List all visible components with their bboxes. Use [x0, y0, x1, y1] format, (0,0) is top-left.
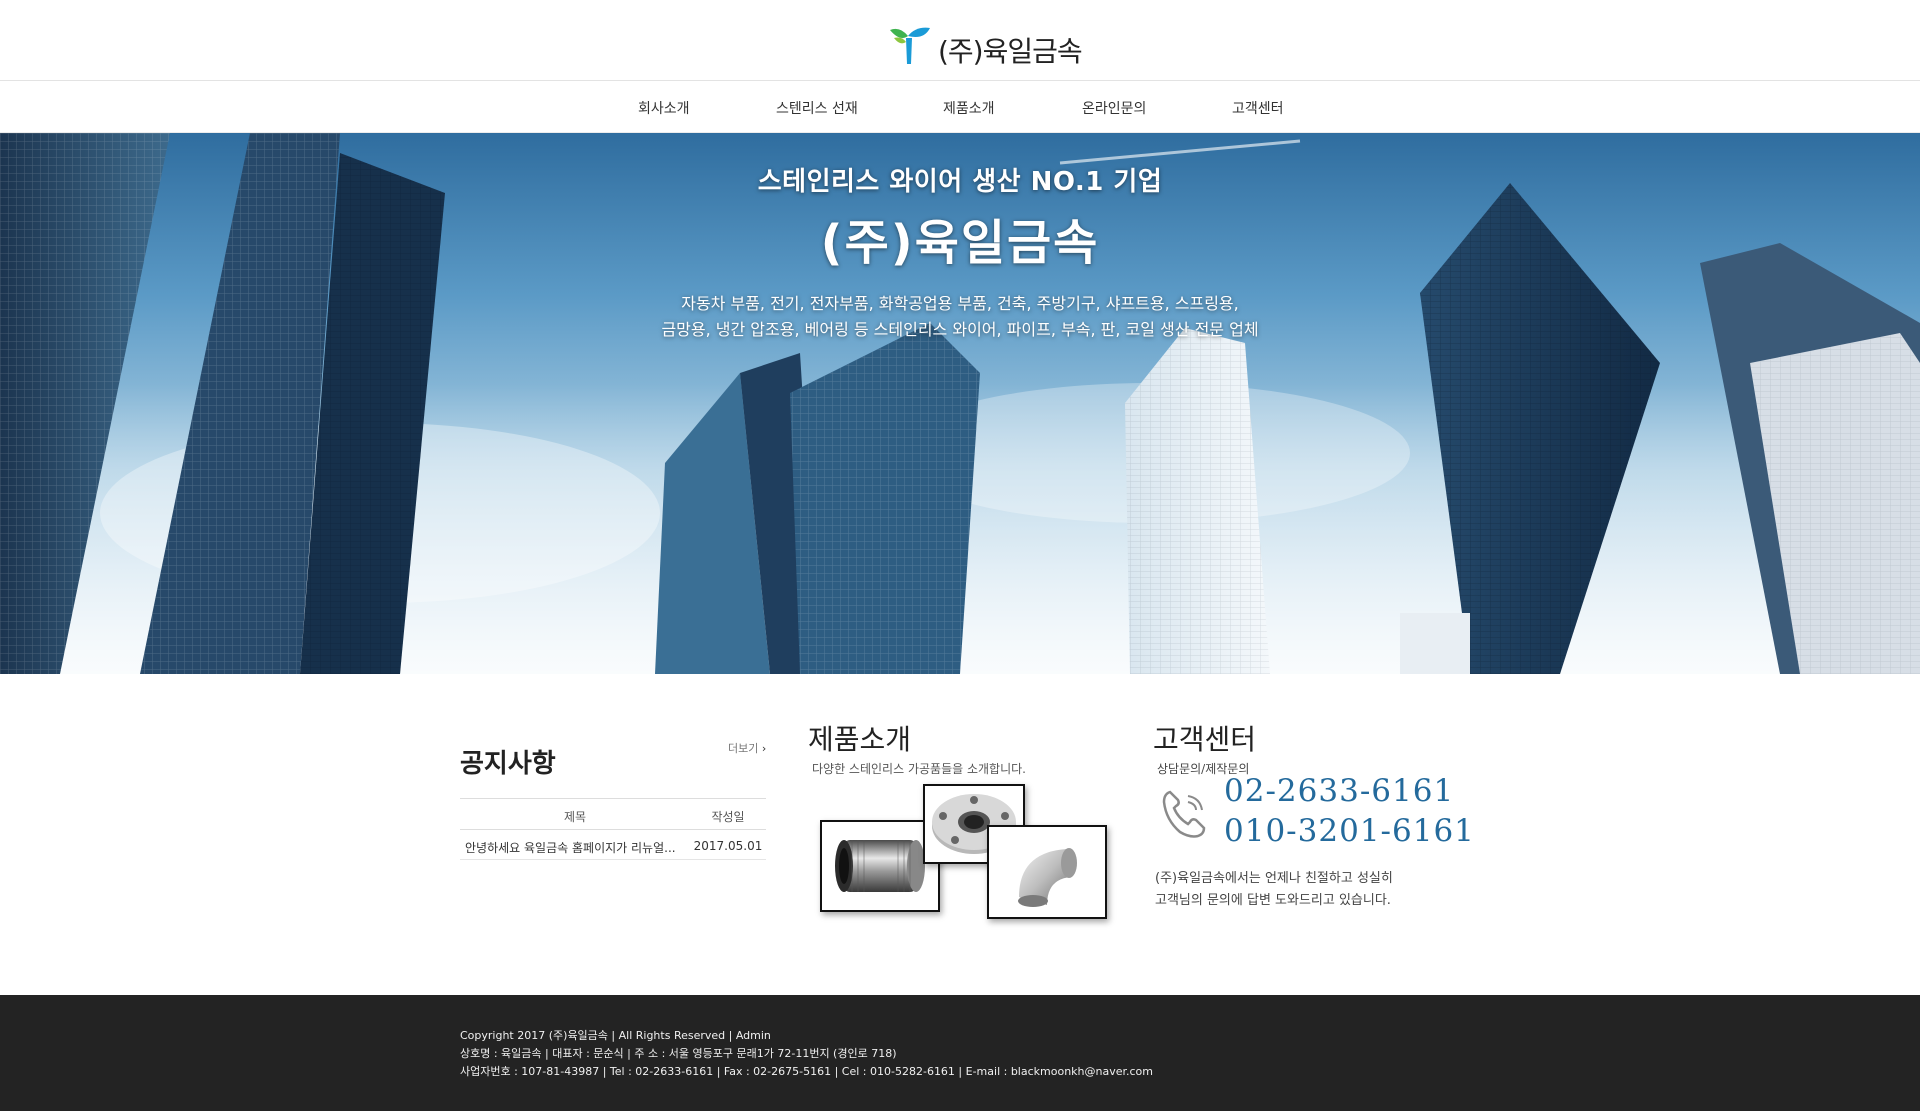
nav-item-stainless-wire[interactable]: 스텐리스 선재: [776, 98, 858, 118]
notice-title: 공지사항: [460, 749, 556, 779]
customer-center-message: (주)육일금속에서는 언제나 친절하고 성실히 고객님의 문의에 답변 도와드리…: [1155, 868, 1393, 912]
phone-number-1[interactable]: 02-2633-6161: [1224, 773, 1454, 809]
notice-row-title: 안녕하세요 육일금속 홈페이지가 리뉴얼...: [465, 841, 676, 855]
nav-item-online-inquiry[interactable]: 온라인문의: [1082, 98, 1146, 118]
column-header-date: 작성일: [711, 810, 745, 824]
hero-desc-line2: 금망용, 냉간 압조용, 베어링 등 스테인리스 와이어, 파이프, 부속, 판…: [661, 320, 1259, 339]
phone-number-2[interactable]: 010-3201-6161: [1224, 813, 1475, 849]
notice-table: 제목 작성일 안녕하세요 육일금속 홈페이지가 리뉴얼... 2017.05.0…: [460, 798, 766, 860]
footer-contact-info: 사업자번호 : 107-81-43987 | Tel : 02-2633-616…: [460, 1065, 1153, 1078]
nav-item-customer-center[interactable]: 고객센터: [1232, 98, 1284, 118]
hero-desc-line1: 자동차 부품, 전기, 전자부품, 화학공업용 부품, 건축, 주방기구, 샤프…: [681, 294, 1239, 313]
logo-mark-icon: [890, 27, 930, 64]
table-row[interactable]: 안녕하세요 육일금속 홈페이지가 리뉴얼... 2017.05.01: [460, 830, 766, 860]
notice-row-date: 2017.05.01: [693, 839, 763, 853]
footer-copyright: Copyright 2017 (주)육일금속 | All Rights Rese…: [460, 1029, 771, 1042]
customer-msg-line1: (주)육일금속에서는 언제나 친절하고 성실히: [1155, 871, 1393, 886]
site-footer: Copyright 2017 (주)육일금속 | All Rights Rese…: [0, 995, 1920, 1111]
column-header-title: 제목: [563, 810, 587, 824]
hero-banner: 스테인리스 와이어 생산 NO.1 기업 (주)육일금속 자동차 부품, 전기,…: [0, 133, 1920, 674]
product-image-elbow[interactable]: [987, 825, 1107, 919]
pipe-nipple-image: [835, 840, 925, 892]
footer-company-info: 상호명 : 육일금속 | 대표자 : 문순식 | 주 소 : 서울 영등포구 문…: [460, 1047, 897, 1060]
customer-center-title: 고객센터: [1153, 723, 1257, 756]
logo[interactable]: (주)육일금속: [886, 18, 1083, 68]
phone-icon: [1162, 790, 1206, 838]
hero-title: (주)육일금속: [820, 215, 1100, 271]
hero-description: 자동차 부품, 전기, 전자부품, 화학공업용 부품, 건축, 주방기구, 샤프…: [0, 291, 1920, 343]
customer-msg-line2: 고객님의 문의에 답변 도와드리고 있습니다.: [1155, 893, 1391, 908]
notice-more-label: 더보기: [728, 742, 759, 755]
product-image-pipe-nipple[interactable]: [820, 820, 940, 912]
elbow-image: [1018, 848, 1077, 907]
notice-more-link[interactable]: 더보기 ›: [728, 740, 766, 756]
hero-subtitle: 스테인리스 와이어 생산 NO.1 기업: [757, 167, 1163, 197]
nav-item-products[interactable]: 제품소개: [943, 98, 995, 118]
main-nav: 회사소개 스텐리스 선재 제품소개 온라인문의 고객센터: [0, 82, 1920, 133]
nav-item-company[interactable]: 회사소개: [638, 98, 690, 118]
chevron-right-icon: ›: [761, 742, 767, 755]
products-title: 제품소개: [808, 723, 912, 756]
notice-table-header: 제목 작성일: [460, 798, 766, 830]
logo-text: (주)육일금속: [938, 35, 1083, 68]
products-description: 다양한 스테인리스 가공품들을 소개합니다.: [812, 762, 1026, 776]
site-header: (주)육일금속: [0, 0, 1920, 81]
